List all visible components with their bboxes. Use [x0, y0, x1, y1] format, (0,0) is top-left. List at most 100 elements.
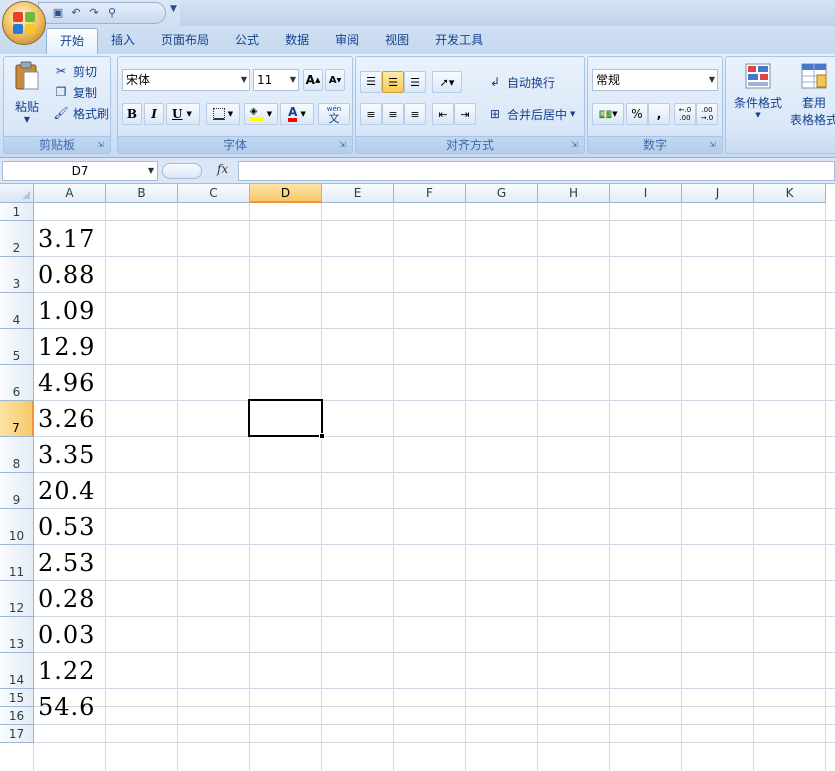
column-header-g[interactable]: G: [466, 184, 538, 203]
cell-a8[interactable]: 3.35: [38, 437, 95, 473]
comma-button[interactable]: ,: [648, 103, 670, 125]
cell-a14[interactable]: 1.22: [38, 653, 95, 689]
copy-button[interactable]: ❐ 复制: [52, 82, 97, 102]
tab-7[interactable]: 开发工具: [422, 28, 496, 54]
column-header-a[interactable]: A: [34, 184, 106, 203]
borders-button[interactable]: ▼: [206, 103, 240, 125]
row-header-4[interactable]: 4: [0, 293, 34, 329]
column-header-f[interactable]: F: [394, 184, 466, 203]
align-middle-button[interactable]: ☰: [382, 71, 404, 93]
tab-2[interactable]: 页面布局: [148, 28, 222, 54]
phonetic-guide-button[interactable]: wén 文: [318, 103, 350, 125]
select-all-button[interactable]: [0, 184, 34, 203]
tab-1[interactable]: 插入: [98, 28, 148, 54]
cell-a7[interactable]: 3.26: [38, 401, 95, 437]
row-header-17[interactable]: 17: [0, 725, 34, 743]
cell-a4[interactable]: 1.09: [38, 293, 95, 329]
cell-a2[interactable]: 3.17: [38, 221, 95, 257]
undo-icon[interactable]: ↶: [69, 6, 83, 20]
row-header-6[interactable]: 6: [0, 365, 34, 401]
column-header-b[interactable]: B: [106, 184, 178, 203]
cell-a9[interactable]: 20.4: [38, 473, 95, 509]
column-header-c[interactable]: C: [178, 184, 250, 203]
cell-a3[interactable]: 0.88: [38, 257, 95, 293]
font-color-button[interactable]: A ▼: [280, 103, 314, 125]
row-header-14[interactable]: 14: [0, 653, 34, 689]
fill-handle[interactable]: [319, 433, 325, 439]
cell-a11[interactable]: 2.53: [38, 545, 95, 581]
row-header-5[interactable]: 5: [0, 329, 34, 365]
decrease-decimal-button[interactable]: .00 →.0: [696, 103, 718, 125]
merge-center-button[interactable]: ⊞ 合并后居中 ▼: [486, 104, 575, 124]
font-launcher-icon[interactable]: ⇲: [339, 140, 349, 150]
fill-color-button[interactable]: ◈ ▼: [244, 103, 278, 125]
conditional-format-button[interactable]: 条件格式 ▼: [730, 61, 786, 119]
align-left-button[interactable]: ≡: [360, 103, 382, 125]
italic-button[interactable]: I: [144, 103, 164, 125]
underline-button[interactable]: U ▼: [166, 103, 200, 125]
print-preview-icon[interactable]: ⚲: [105, 6, 119, 20]
spreadsheet-grid[interactable]: A B C D E F G H I J K 1 2 3.17 3 0.88 4 1.09 5 12.9 6 4.96 7 3.…: [0, 184, 835, 771]
row-header-12[interactable]: 12: [0, 581, 34, 617]
chevron-down-icon[interactable]: ▼: [148, 162, 154, 180]
cut-button[interactable]: ✂ 剪切: [52, 61, 97, 81]
row-header-10[interactable]: 10: [0, 509, 34, 545]
tab-4[interactable]: 数据: [272, 28, 322, 54]
column-header-j[interactable]: J: [682, 184, 754, 203]
cell-a13[interactable]: 0.03: [38, 617, 95, 653]
align-right-button[interactable]: ≡: [404, 103, 426, 125]
row-header-3[interactable]: 3: [0, 257, 34, 293]
office-button[interactable]: [2, 1, 46, 45]
align-bottom-button[interactable]: ☰: [404, 71, 426, 93]
row-header-7[interactable]: 7: [0, 401, 34, 437]
row-header-9[interactable]: 9: [0, 473, 34, 509]
save-icon[interactable]: ▣: [51, 6, 65, 20]
shrink-font-button[interactable]: A ▼: [325, 69, 345, 91]
row-header-13[interactable]: 13: [0, 617, 34, 653]
redo-icon[interactable]: ↷: [87, 6, 101, 20]
number-launcher-icon[interactable]: ⇲: [709, 140, 719, 150]
formula-bar-resize-handle[interactable]: [162, 163, 202, 179]
cell-a6[interactable]: 4.96: [38, 365, 95, 401]
column-header-d[interactable]: D: [250, 184, 322, 203]
row-header-8[interactable]: 8: [0, 437, 34, 473]
alignment-launcher-icon[interactable]: ⇲: [571, 140, 581, 150]
qat-customize-icon[interactable]: ▼: [170, 4, 177, 14]
cell-a15[interactable]: 54.6: [38, 689, 95, 725]
format-painter-button[interactable]: 🖌 格式刷: [52, 103, 109, 123]
tab-5[interactable]: 审阅: [322, 28, 372, 54]
paste-button[interactable]: 粘贴 ▼: [10, 61, 44, 131]
cell-a5[interactable]: 12.9: [38, 329, 95, 365]
increase-indent-button[interactable]: ⇥: [454, 103, 476, 125]
number-format-combo[interactable]: 常规 ▼: [592, 69, 718, 91]
wrap-text-button[interactable]: ↲ 自动换行: [486, 72, 555, 92]
align-top-button[interactable]: ☰: [360, 71, 382, 93]
paste-dropdown-icon[interactable]: ▼: [10, 115, 44, 124]
format-as-table-button[interactable]: 套用 表格格式: [784, 61, 835, 128]
bold-button[interactable]: B: [122, 103, 142, 125]
row-header-11[interactable]: 11: [0, 545, 34, 581]
column-header-h[interactable]: H: [538, 184, 610, 203]
name-box[interactable]: D7 ▼: [2, 161, 158, 181]
increase-decimal-button[interactable]: ←.0 .00: [674, 103, 696, 125]
row-header-16[interactable]: 16: [0, 707, 34, 725]
column-header-i[interactable]: I: [610, 184, 682, 203]
insert-function-icon[interactable]: fx: [217, 162, 228, 176]
active-cell-d7[interactable]: [248, 399, 323, 437]
cell-a12[interactable]: 0.28: [38, 581, 95, 617]
cell-a10[interactable]: 0.53: [38, 509, 95, 545]
column-header-e[interactable]: E: [322, 184, 394, 203]
currency-format-button[interactable]: 💵 ▼: [592, 103, 624, 125]
orientation-button[interactable]: ➚▾: [432, 71, 462, 93]
row-header-1[interactable]: 1: [0, 203, 34, 221]
decrease-indent-button[interactable]: ⇤: [432, 103, 454, 125]
row-header-2[interactable]: 2: [0, 221, 34, 257]
tab-6[interactable]: 视图: [372, 28, 422, 54]
grow-font-button[interactable]: A ▲: [303, 69, 323, 91]
column-header-k[interactable]: K: [754, 184, 826, 203]
tab-0[interactable]: 开始: [46, 28, 99, 54]
clipboard-launcher-icon[interactable]: ⇲: [97, 140, 107, 150]
percent-button[interactable]: %: [626, 103, 648, 125]
font-name-combo[interactable]: 宋体 ▼: [122, 69, 250, 91]
row-header-15[interactable]: 15: [0, 689, 34, 707]
